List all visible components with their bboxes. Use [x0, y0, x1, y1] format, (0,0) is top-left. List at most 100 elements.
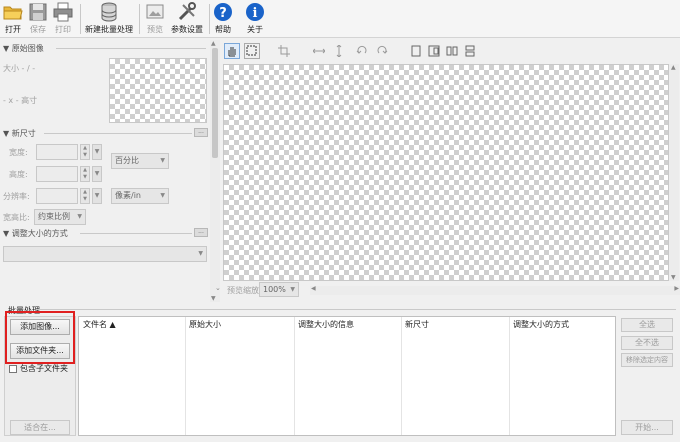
height-stepper[interactable]: ▲ ▼ [80, 166, 90, 182]
left-panel-scrollbar[interactable]: ▲ ▼ [210, 40, 220, 302]
batch-file-table[interactable]: 文件名 ▲ 原始大小 调整大小的信息 新尺寸 调整大小的方式 [78, 316, 616, 436]
about-button[interactable]: i 关于 [245, 2, 265, 36]
select-none-button[interactable]: 全不选 [621, 336, 673, 350]
remove-selected-button[interactable]: 移除选定内容 [621, 353, 673, 367]
aspect-ratio-label: 宽高比: [3, 213, 30, 222]
preview-vertical-scrollbar[interactable]: ▲ ▼ [669, 64, 679, 281]
scroll-up-icon[interactable]: ▲ [211, 40, 216, 47]
original-size-text: 大小 - / - [3, 64, 36, 73]
scroll-down-icon[interactable]: ▼ [671, 274, 676, 281]
database-stack-icon [101, 2, 117, 22]
crop-icon [278, 45, 290, 57]
aspect-ratio-select[interactable]: 约束比例 ▼ [34, 209, 86, 225]
preview-label: 预览 [147, 25, 163, 34]
compare-pane-icon [428, 45, 440, 57]
scrollbar-thumb[interactable] [212, 48, 218, 158]
column-header-filename[interactable]: 文件名 ▲ [79, 317, 116, 333]
view-single-tool[interactable] [408, 43, 424, 59]
start-button[interactable]: 开始... [621, 420, 673, 435]
side-by-side-icon [446, 46, 458, 56]
svg-text:i: i [253, 6, 258, 21]
resolution-unit-select[interactable]: 像素/in ▼ [111, 188, 169, 204]
preview-image-icon [146, 4, 164, 19]
view-compare-tool[interactable] [426, 43, 442, 59]
resize-method-header[interactable]: ▼ 调整大小的方式 [3, 228, 68, 239]
rotate-right-icon [377, 45, 388, 54]
column-header-resize-method[interactable]: 调整大小的方式 [509, 317, 569, 333]
help-button[interactable]: ? 帮助 [213, 2, 233, 36]
flip-horizontal-tool[interactable] [311, 43, 327, 59]
resize-method-select[interactable]: ▼ [3, 246, 207, 262]
section-divider [80, 233, 192, 234]
save-button[interactable]: 保存 [28, 2, 48, 36]
rotate-left-tool[interactable] [354, 43, 370, 59]
new-size-header[interactable]: ▼ 新尺寸 [3, 128, 36, 139]
column-divider [509, 317, 510, 435]
scroll-right-icon[interactable]: ▶ [674, 285, 679, 292]
print-button[interactable]: 打印 [52, 2, 74, 36]
scroll-left-icon[interactable]: ◀ [311, 285, 316, 292]
zoom-select[interactable]: 100% ▼ [259, 282, 299, 297]
section-divider [36, 309, 676, 310]
help-question-icon: ? [214, 3, 232, 21]
width-input[interactable] [36, 144, 78, 160]
fit-in-button[interactable]: 适合在... [10, 420, 70, 435]
aspect-ratio-value: 约束比例 [38, 212, 70, 221]
height-label: 高度: [9, 170, 28, 179]
settings-label: 参数设置 [171, 25, 203, 34]
flip-vertical-tool[interactable] [331, 43, 347, 59]
hand-pan-tool[interactable] [224, 43, 240, 59]
preview-horizontal-scrollbar[interactable]: ◀ ▶ [310, 285, 680, 295]
chevron-down-icon: ▼ [77, 213, 82, 220]
height-unit-dropdown[interactable]: ▼ [92, 166, 102, 182]
height-input[interactable] [36, 166, 78, 182]
image-preview-canvas[interactable] [223, 64, 669, 281]
print-label: 打印 [55, 25, 71, 34]
marquee-select-icon [246, 45, 257, 56]
column-divider [294, 317, 295, 435]
column-header-resize-info[interactable]: 调整大小的信息 [294, 317, 354, 333]
crop-tool[interactable] [276, 43, 292, 59]
new-batch-button[interactable]: 新建批量处理 [84, 2, 134, 36]
resolution-input[interactable] [36, 188, 78, 204]
width-stepper[interactable]: ▲ ▼ [80, 144, 90, 160]
resolution-stepper[interactable]: ▲ ▼ [80, 188, 90, 204]
section-divider [44, 133, 192, 134]
view-stacked-tool[interactable] [462, 43, 478, 59]
column-divider [401, 317, 402, 435]
section-divider [56, 48, 206, 49]
help-label: 帮助 [215, 25, 231, 34]
new-size-more-button[interactable]: ... [194, 128, 208, 137]
single-pane-icon [411, 45, 421, 57]
horizontal-arrows-icon [313, 48, 325, 54]
rotate-right-tool[interactable] [374, 43, 390, 59]
info-icon: i [246, 3, 264, 21]
rotate-left-icon [356, 45, 367, 54]
include-subfolders-option[interactable]: 包含子文件夹 [9, 363, 68, 374]
view-side-by-side-tool[interactable] [444, 43, 460, 59]
chevron-down-icon: ▼ [160, 192, 165, 199]
width-unit-dropdown[interactable]: ▼ [92, 144, 102, 160]
settings-button[interactable]: 参数设置 [170, 2, 204, 36]
select-all-button[interactable]: 全选 [621, 318, 673, 332]
original-image-thumbnail [109, 58, 207, 123]
resolution-unit-value: 像素/in [115, 191, 141, 200]
resolution-dropdown[interactable]: ▼ [92, 188, 102, 204]
original-dimensions-text: - x - 高寸 [3, 96, 38, 105]
select-region-tool[interactable] [244, 43, 260, 59]
column-header-original-size[interactable]: 原始大小 [185, 317, 221, 333]
original-image-header[interactable]: ▼ 原始图像 [3, 43, 44, 54]
vertical-arrows-icon [336, 45, 342, 57]
size-unit-select[interactable]: 百分比 ▼ [111, 153, 169, 169]
column-header-new-size[interactable]: 新尺寸 [401, 317, 429, 333]
include-subfolders-checkbox[interactable] [9, 364, 17, 373]
preview-button[interactable]: 预览 [144, 2, 166, 36]
open-button[interactable]: 打开 [3, 2, 23, 36]
resize-method-more-button[interactable]: ... [194, 228, 208, 237]
svg-text:?: ? [219, 6, 227, 21]
toolbar-separator [209, 4, 210, 34]
chevron-down-icon[interactable]: ⌄ [215, 284, 221, 292]
scroll-up-icon[interactable]: ▲ [671, 64, 676, 71]
toolbar-separator [139, 4, 140, 34]
zoom-value: 100% [263, 285, 286, 294]
